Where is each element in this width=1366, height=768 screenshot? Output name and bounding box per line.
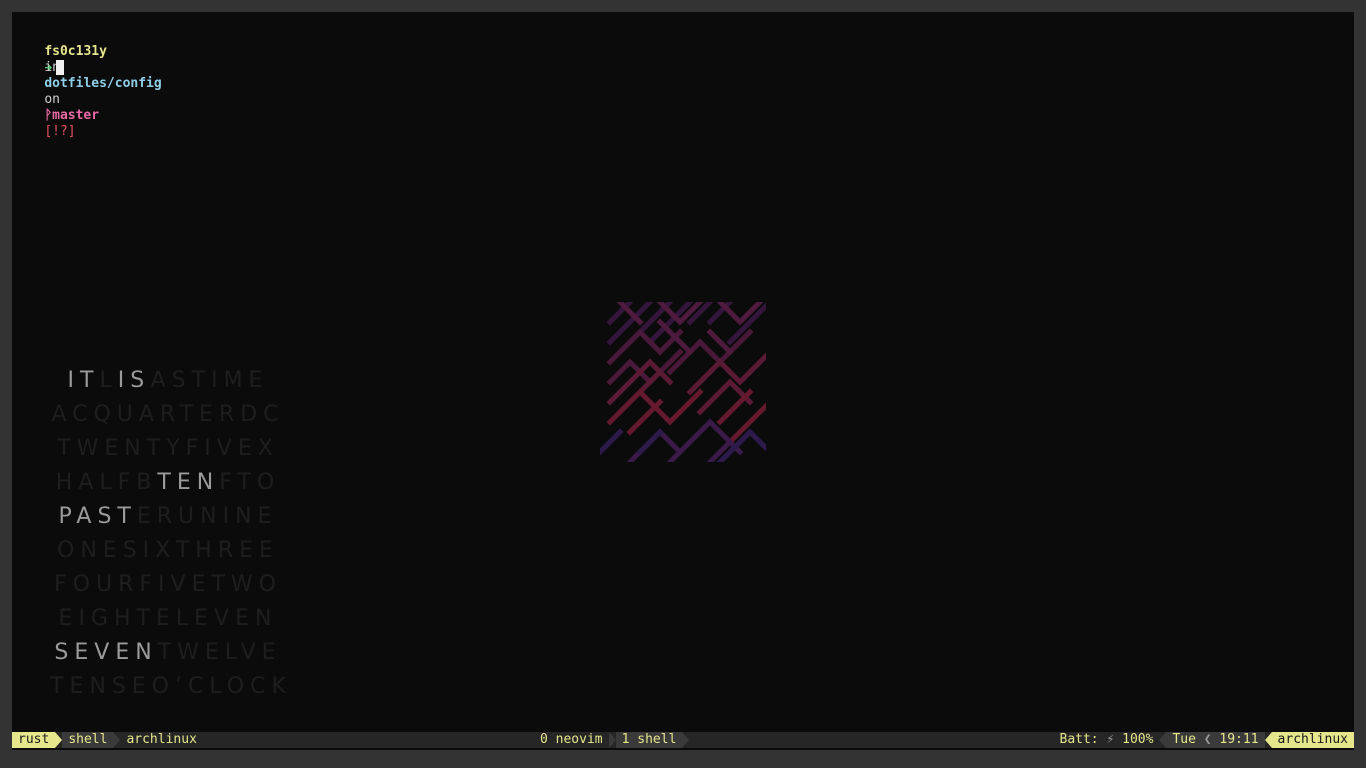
word-clock: ITLISASTIME ACQUARTERDC TWENTYFIVEX HALFBTE… xyxy=(50,364,286,704)
battery-status: Batt: ⚡ 100% xyxy=(1054,732,1160,748)
word-clock-row: PASTERUNINE xyxy=(50,500,286,534)
word-clock-word: ACQUARTERDC xyxy=(51,402,285,427)
prompt-git-status: [!?] xyxy=(44,124,76,139)
word-clock-word-lit: PAST xyxy=(58,504,137,529)
text-cursor[interactable] xyxy=(56,60,65,75)
word-clock-word: HALFB xyxy=(55,470,158,495)
current-window-name: shell xyxy=(62,732,114,748)
window-index: 1 xyxy=(621,732,630,747)
hostname-right: archlinux xyxy=(1271,732,1354,748)
word-clock-word: TENSEO’CLOCK xyxy=(50,674,292,699)
word-clock-row: ITLISASTIME xyxy=(50,364,286,398)
word-clock-word: TWELVE xyxy=(157,640,282,665)
terminal-window[interactable]: fs0c131y in dotfiles/config on ᚹmaster [… xyxy=(12,12,1354,750)
word-clock-row: SEVENTWELVE xyxy=(50,636,286,670)
word-clock-word-lit: IT xyxy=(67,368,100,393)
time: 19:11 xyxy=(1219,732,1259,747)
word-clock-word: EIGHTELEVEN xyxy=(58,606,278,631)
window-tab-1[interactable]: 1 shell xyxy=(615,732,683,748)
powerline-separator-icon xyxy=(608,732,616,748)
word-clock-word: L xyxy=(99,368,118,393)
window-list: 0 neovim 1 shell xyxy=(534,732,690,748)
battery-label: Batt: xyxy=(1059,732,1099,747)
word-clock-word: ASTIME xyxy=(150,368,269,393)
powerline-separator-icon xyxy=(55,732,63,748)
word-clock-row: TENSEO’CLOCK xyxy=(50,670,286,704)
word-clock-row: HALFBTENFTO xyxy=(50,466,286,500)
prompt-branch: master xyxy=(52,108,100,123)
window-index: 0 xyxy=(540,732,548,747)
command-line[interactable]: ➜ xyxy=(13,44,65,93)
word-clock-word-lit: TEN xyxy=(157,470,220,495)
prompt-on: on xyxy=(44,92,60,107)
word-clock-word-lit: SEVEN xyxy=(54,640,158,665)
word-clock-row: FOURFIVETWO xyxy=(50,568,286,602)
word-clock-word: ERUNINE xyxy=(136,504,278,529)
word-clock-word-lit: IS xyxy=(117,368,151,393)
status-right: Batt: ⚡ 100% Tue ❮ 19:11 archlinux xyxy=(1054,732,1354,748)
battery-value: 100% xyxy=(1122,732,1154,747)
maze-logo-icon xyxy=(600,302,766,462)
plug-icon: ⚡ xyxy=(1106,732,1115,747)
window-name: shell xyxy=(637,732,677,747)
powerline-separator-icon xyxy=(1159,732,1167,748)
word-clock-row: TWENTYFIVEX xyxy=(50,432,286,466)
window-tab-0[interactable]: 0 neovim xyxy=(534,732,609,748)
word-clock-row: ACQUARTERDC xyxy=(50,398,286,432)
tmux-status-bar: rust shell archlinux 0 neovim 1 shell Batt:… xyxy=(12,732,1354,748)
day: Tue xyxy=(1172,732,1196,747)
hostname-left: archlinux xyxy=(126,732,197,747)
word-clock-word: ONESIXTHREE xyxy=(57,538,279,563)
powerline-separator-icon xyxy=(113,732,121,748)
word-clock-word: TWENTYFIVEX xyxy=(57,436,279,461)
word-clock-word: FOURFIVETWO xyxy=(54,572,282,597)
word-clock-row: EIGHTELEVEN xyxy=(50,602,286,636)
prompt-arrow-icon: ➜ xyxy=(44,61,53,76)
word-clock-row: ONESIXTHREE xyxy=(50,534,286,568)
date-time: Tue ❮ 19:11 xyxy=(1166,732,1265,748)
window-name: neovim xyxy=(555,732,603,747)
powerline-separator-icon xyxy=(682,732,690,748)
chevron-left-icon: ❮ xyxy=(1203,732,1212,747)
session-name[interactable]: rust xyxy=(12,732,56,748)
word-clock-word: FTO xyxy=(219,470,281,495)
powerline-separator-icon xyxy=(1264,732,1272,748)
git-branch-icon: ᚹ xyxy=(44,108,53,123)
status-left: rust shell archlinux xyxy=(12,732,203,748)
